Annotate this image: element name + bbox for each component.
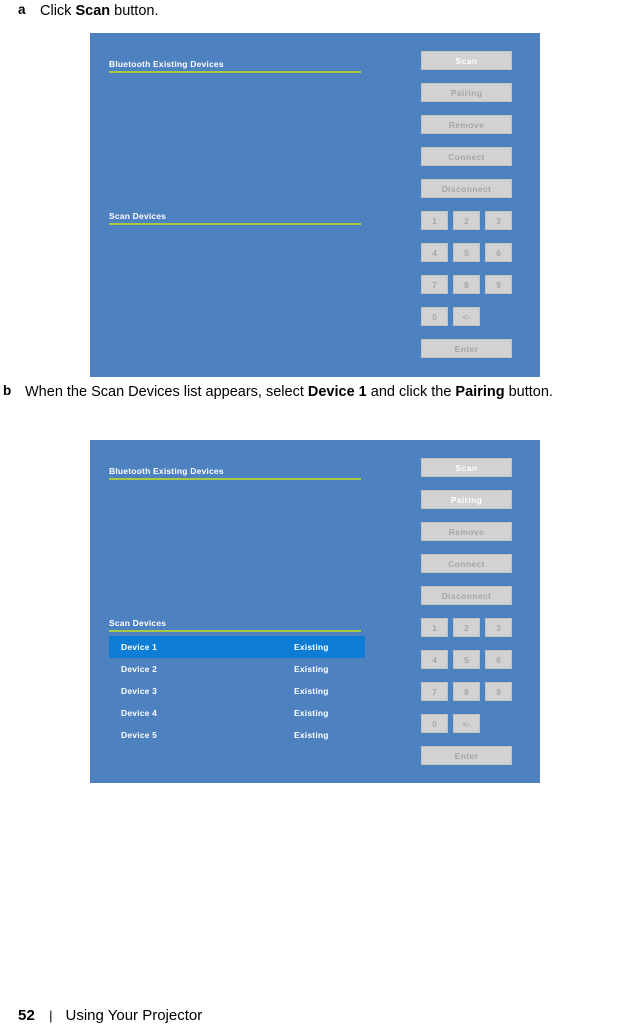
device-name: Device 3	[121, 686, 158, 696]
panel-pairing-connect-button[interactable]: Connect	[421, 554, 512, 573]
panel-scan-button-column: Scan Pairing Remove Connect Disconnect 1 2 3 4 5 6…	[412, 33, 540, 377]
panel-scan-keypad-digit-4-key[interactable]: 4	[421, 243, 448, 262]
panel-scan-keypad-digit-8-key[interactable]: 8	[453, 275, 480, 294]
footer-separator: |	[49, 1008, 53, 1023]
panel-pairing-keypad-digit-5-key[interactable]: 5	[453, 650, 480, 669]
step-text-run-2: button.	[110, 3, 159, 19]
panel-pairing-keypad-digit-8-key[interactable]: 8	[453, 682, 480, 701]
panel-scan-keypad-digit-5-key[interactable]: 5	[453, 243, 480, 262]
device-row[interactable]: Device 1 Existing	[109, 636, 365, 658]
panel-pairing-left-column: Bluetooth Existing Devices Scan Devices …	[109, 440, 450, 783]
device-name: Device 5	[121, 730, 158, 740]
step-text-run-0: When the Scan Devices list appears, sele…	[25, 384, 308, 400]
panel-scan-keypad-digit-3-key[interactable]: 3	[485, 211, 512, 230]
panel-scan-keypad-digit-2-key[interactable]: 2	[453, 211, 480, 230]
panel-pairing-disconnect-button[interactable]: Disconnect	[421, 586, 512, 605]
panel-scan-keypad-backspace-key[interactable]: <-	[453, 307, 480, 326]
panel-pairing-button-column: Scan Pairing Remove Connect Disconnect 1 2 3 4 5 6…	[412, 440, 540, 783]
device-row[interactable]: Device 4 Existing	[109, 702, 365, 724]
device-row[interactable]: Device 3 Existing	[109, 680, 365, 702]
panel-scan-enter-button[interactable]: Enter	[421, 339, 512, 358]
panel-pairing-keypad-digit-3-key[interactable]: 3	[485, 618, 512, 637]
panel-scan-existing-devices-title: Bluetooth Existing Devices	[109, 59, 224, 69]
panel-scan-scan-devices-rule	[109, 223, 361, 225]
step-a-marker: a	[18, 2, 26, 17]
panel-pairing-keypad-digit-0-key[interactable]: 0	[421, 714, 448, 733]
panel-scan-keypad-digit-7-key[interactable]: 7	[421, 275, 448, 294]
panel-pairing-pairing-button[interactable]: Pairing	[421, 490, 512, 509]
step-b-marker: b	[3, 383, 12, 398]
panel-scan-connect-button[interactable]: Connect	[421, 147, 512, 166]
panel-pairing-enter-button[interactable]: Enter	[421, 746, 512, 765]
panel-pairing-keypad-digit-7-key[interactable]: 7	[421, 682, 448, 701]
panel-pairing-keypad-digit-2-key[interactable]: 2	[453, 618, 480, 637]
instruction-step-b: b When the Scan Devices list appears, se…	[3, 382, 628, 402]
panel-pairing-keypad-digit-9-key[interactable]: 9	[485, 682, 512, 701]
page-footer: 52 | Using Your Projector	[18, 1007, 202, 1024]
device-status: Existing	[294, 708, 329, 718]
panel-scan-scan-devices-title: Scan Devices	[109, 211, 167, 221]
device-name: Device 4	[121, 708, 158, 718]
step-text-run-4: button.	[504, 384, 553, 400]
footer-page-number: 52	[18, 1007, 36, 1024]
panel-pairing-device-list[interactable]: Device 1 Existing Device 2 Existing Device 3…	[109, 636, 365, 746]
panel-pairing-remove-button[interactable]: Remove	[421, 522, 512, 541]
panel-pairing-keypad-backspace-key[interactable]: <-	[453, 714, 480, 733]
step-text-run-3: Pairing	[455, 384, 505, 400]
device-status: Existing	[294, 730, 329, 740]
panel-pairing-scan-button[interactable]: Scan	[421, 458, 512, 477]
panel-scan-existing-devices-rule	[109, 71, 361, 73]
panel-pairing-scan-devices-rule	[109, 630, 361, 632]
panel-pairing-scan-devices-title: Scan Devices	[109, 618, 167, 628]
device-row[interactable]: Device 5 Existing	[109, 724, 365, 746]
panel-pairing-keypad-digit-6-key[interactable]: 6	[485, 650, 512, 669]
step-a-text: Click Scan button.	[40, 1, 159, 21]
panel-pairing-existing-devices-rule	[109, 478, 361, 480]
step-b-text: When the Scan Devices list appears, sele…	[25, 382, 553, 402]
panel-pairing-keypad-digit-4-key[interactable]: 4	[421, 650, 448, 669]
panel-scan-remove-button[interactable]: Remove	[421, 115, 512, 134]
panel-scan-scan-button[interactable]: Scan	[421, 51, 512, 70]
panel-scan-keypad-digit-9-key[interactable]: 9	[485, 275, 512, 294]
panel-pairing-keypad-digit-1-key[interactable]: 1	[421, 618, 448, 637]
step-text-run-0: Click	[40, 3, 76, 19]
device-status: Existing	[294, 664, 329, 674]
step-text-run-2: and click the	[366, 384, 456, 400]
device-name: Device 1	[121, 642, 158, 652]
panel-scan-keypad-digit-6-key[interactable]: 6	[485, 243, 512, 262]
step-text-run-1: Scan	[75, 3, 111, 19]
step-text-run-1: Device 1	[307, 384, 367, 400]
instruction-step-a: a Click Scan button.	[18, 1, 618, 21]
panel-scan-keypad-digit-0-key[interactable]: 0	[421, 307, 448, 326]
panel-scan-pairing-button[interactable]: Pairing	[421, 83, 512, 102]
footer-title: Using Your Projector	[65, 1007, 203, 1024]
panel-scan-keypad-digit-1-key[interactable]: 1	[421, 211, 448, 230]
device-name: Device 2	[121, 664, 158, 674]
panel-scan-left-column: Bluetooth Existing Devices Scan Devices	[109, 33, 450, 377]
projector-osd-panel-pairing: Bluetooth Existing Devices Scan Devices …	[90, 440, 540, 783]
device-status: Existing	[294, 686, 329, 696]
device-status: Existing	[294, 642, 329, 652]
device-row[interactable]: Device 2 Existing	[109, 658, 365, 680]
panel-scan-disconnect-button[interactable]: Disconnect	[421, 179, 512, 198]
panel-pairing-existing-devices-title: Bluetooth Existing Devices	[109, 466, 224, 476]
projector-osd-panel-scan: Bluetooth Existing Devices Scan Devices …	[90, 33, 540, 377]
